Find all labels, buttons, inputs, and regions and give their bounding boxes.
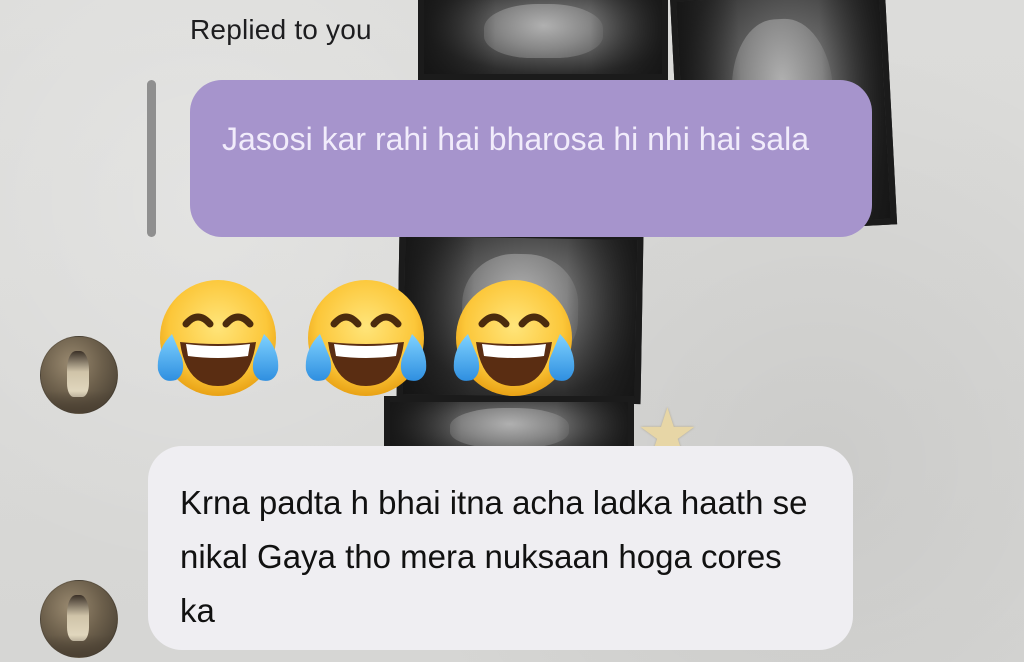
reply-indicator-bar [147, 80, 156, 237]
sender-avatar[interactable] [40, 336, 118, 414]
replied-to-you-label: Replied to you [190, 14, 372, 45]
quoted-reply-bubble[interactable]: Jasosi kar rahi hai bharosa hi nhi hai s… [190, 80, 872, 237]
emoji-message[interactable] [150, 272, 582, 408]
incoming-message-bubble[interactable]: Krna padta h bhai itna acha ladka haath … [148, 446, 853, 650]
face-with-tears-of-joy-icon [453, 280, 575, 396]
face-with-tears-of-joy-icon [305, 280, 427, 396]
sender-avatar[interactable] [40, 580, 118, 658]
wallpaper-photo [418, 0, 668, 80]
face-with-tears-of-joy-icon [157, 280, 279, 396]
